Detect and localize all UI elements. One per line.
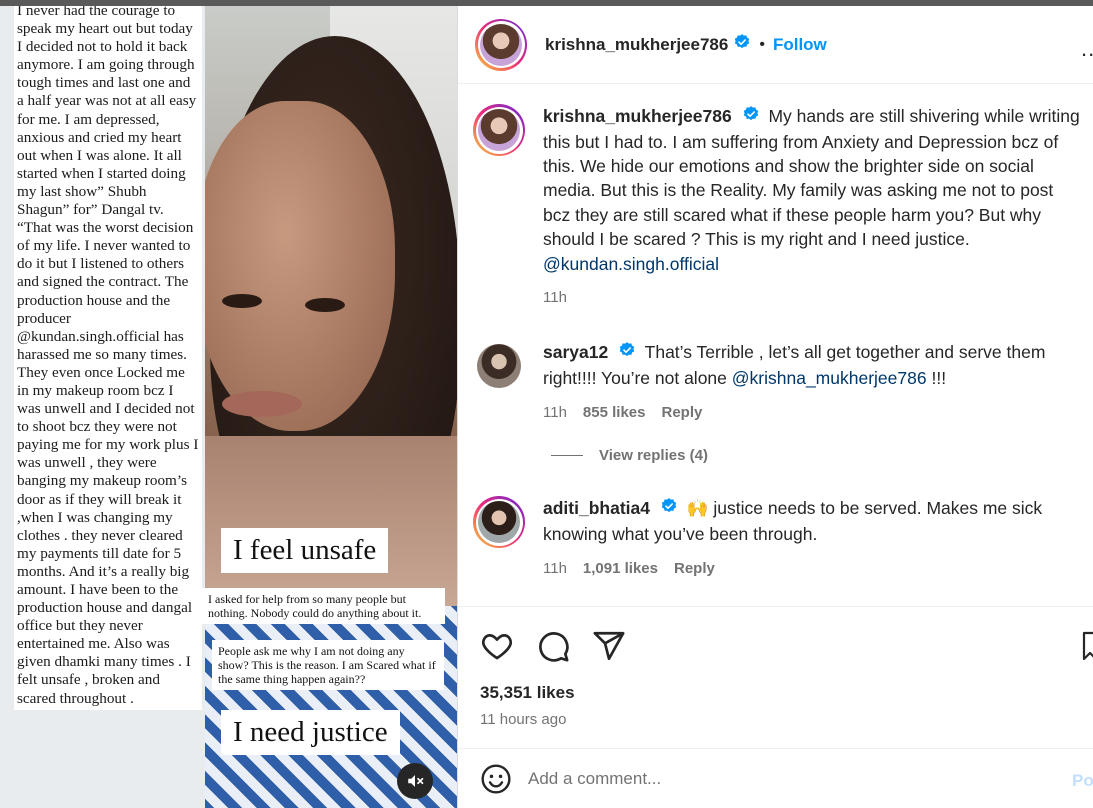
comment-username[interactable]: aditi_bhatia4: [543, 498, 650, 518]
caption-text: My hands are still shivering while writi…: [543, 106, 1080, 250]
reply-button[interactable]: Reply: [661, 401, 702, 425]
caption-time[interactable]: 11h: [543, 286, 567, 310]
view-replies-line: [551, 455, 583, 456]
sticker-asked-help: I asked for help from so many people but…: [202, 588, 445, 624]
comment-likes[interactable]: 1,091 likes: [583, 557, 658, 581]
follow-button[interactable]: Follow: [773, 35, 827, 55]
sticker-people-ask: People ask me why I am not doing any sho…: [212, 640, 444, 690]
comment-avatar[interactable]: [473, 496, 525, 548]
post-comment-button[interactable]: Po: [1072, 771, 1093, 791]
post-side-panel: krishna_mukherjee786 • Follow ... krishn…: [457, 6, 1093, 808]
reply-button[interactable]: Reply: [674, 557, 715, 581]
photo-lips: [222, 391, 302, 417]
comment-avatar-image: [478, 501, 520, 543]
comment-avatar[interactable]: [477, 344, 521, 388]
raising-hands-emoji: 🙌: [686, 498, 709, 518]
verified-badge-icon: [618, 341, 636, 365]
post-likes-count[interactable]: 35,351 likes: [480, 683, 575, 703]
caption-avatar[interactable]: [473, 104, 525, 156]
emoji-picker-icon[interactable]: [480, 763, 512, 795]
more-options-icon[interactable]: ...: [1081, 36, 1093, 62]
photo-face: [195, 101, 395, 431]
post-modal: I never had the courage to speak my hear…: [0, 6, 1093, 808]
comment-mention-link[interactable]: @krishna_mukherjee786: [732, 368, 927, 388]
share-icon[interactable]: [592, 629, 626, 663]
author-avatar-image: [480, 23, 522, 66]
comment-time[interactable]: 11h: [543, 401, 567, 425]
comment-item: sarya12 That’s Terrible , let’s all get …: [473, 340, 1083, 425]
comment-username[interactable]: sarya12: [543, 342, 608, 362]
author-avatar[interactable]: [475, 18, 527, 71]
comment-icon[interactable]: [536, 629, 570, 663]
verified-badge-icon: [742, 105, 760, 129]
comment-input[interactable]: [528, 768, 1028, 789]
sticker-need-justice: I need justice: [221, 710, 400, 755]
post-media[interactable]: I never had the courage to speak my hear…: [0, 6, 457, 808]
comment-body: aditi_bhatia4 🙌 justice needs to be serv…: [543, 496, 1083, 581]
view-replies-label: View replies (4): [599, 447, 708, 464]
caption: krishna_mukherjee786 My hands are still …: [473, 104, 1083, 310]
caption-body: krishna_mukherjee786 My hands are still …: [543, 104, 1083, 310]
story-text-block: I never had the courage to speak my hear…: [14, 6, 202, 710]
post-actions: 35,351 likes 11 hours ago: [458, 606, 1093, 766]
sticker-feel-unsafe: I feel unsafe: [221, 528, 389, 573]
comment-suffix: !!!: [931, 367, 947, 388]
verified-badge-icon: [733, 33, 751, 56]
view-replies-button[interactable]: View replies (4): [551, 447, 708, 464]
heart-icon[interactable]: [480, 629, 514, 663]
comment-time[interactable]: 11h: [543, 557, 567, 581]
comment-body: sarya12 That’s Terrible , let’s all get …: [543, 340, 1083, 425]
author-username[interactable]: krishna_mukherjee786: [545, 35, 728, 55]
header-separator: •: [759, 35, 765, 53]
speaker-muted-icon: [408, 775, 424, 787]
caption-mention-link[interactable]: @kundan.singh.official: [543, 254, 719, 274]
add-comment-bar: Po: [458, 748, 1093, 808]
post-header: krishna_mukherjee786 • Follow ...: [458, 6, 1093, 84]
post-time[interactable]: 11 hours ago: [480, 711, 566, 728]
comment-likes[interactable]: 855 likes: [583, 401, 646, 425]
bookmark-icon[interactable]: [1082, 631, 1093, 663]
verified-badge-icon: [660, 497, 678, 521]
comment-item: aditi_bhatia4 🙌 justice needs to be serv…: [473, 496, 1083, 581]
photo-eye-left: [222, 294, 262, 308]
caption-username[interactable]: krishna_mukherjee786: [543, 106, 732, 126]
photo-neck: [200, 436, 457, 606]
photo-eye-right: [305, 298, 345, 312]
mute-button[interactable]: [397, 763, 433, 799]
caption-avatar-image: [478, 109, 520, 151]
